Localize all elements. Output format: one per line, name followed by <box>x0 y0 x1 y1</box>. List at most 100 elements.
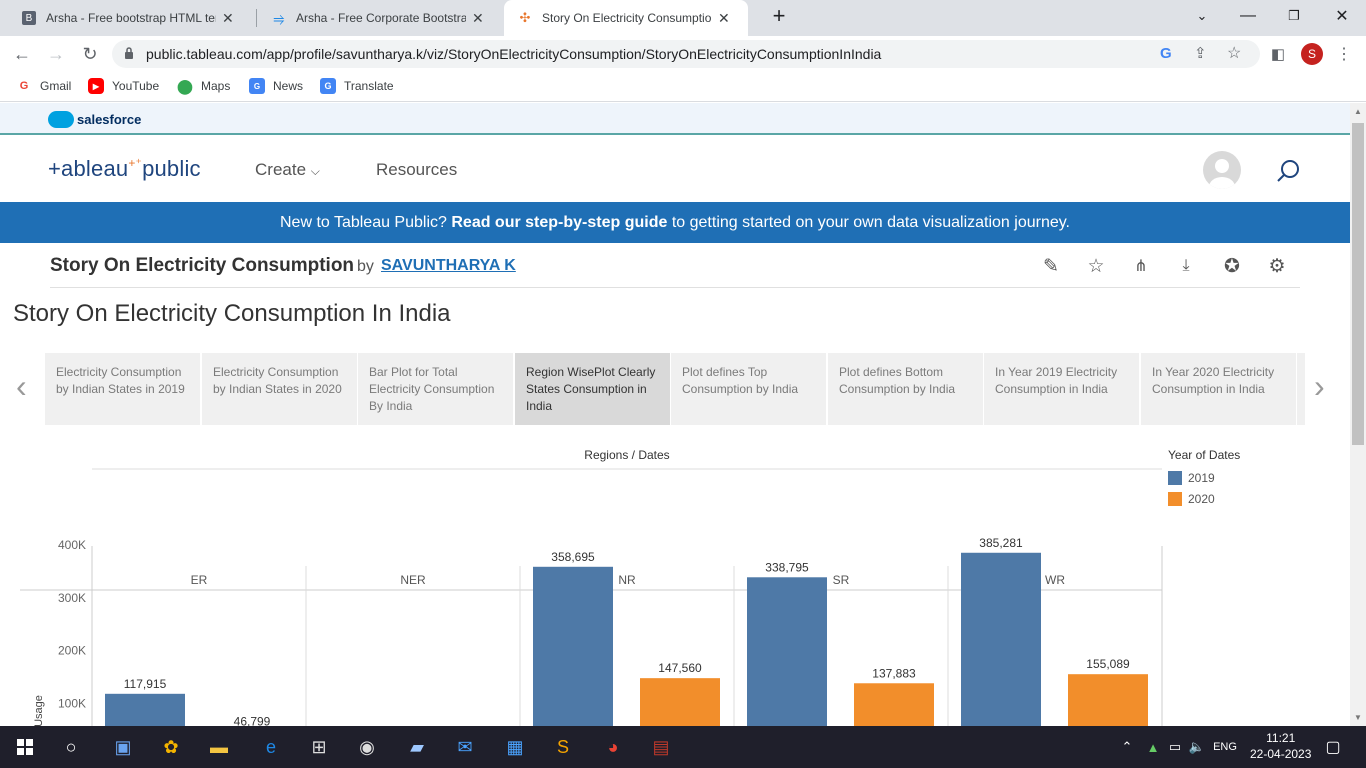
tray-chevron-icon[interactable]: ⌃ <box>1114 734 1140 760</box>
bar-SR-2019 <box>747 577 827 726</box>
forward-button[interactable]: → <box>42 40 70 68</box>
search-icon[interactable] <box>1276 158 1302 184</box>
address-bar[interactable]: public.tableau.com/app/profile/savunthar… <box>112 40 1260 68</box>
calendar-icon[interactable]: ▦ <box>502 734 528 760</box>
close-icon[interactable]: ✕ <box>718 10 730 27</box>
viz-title: Story On Electricity Consumption <box>50 255 355 276</box>
data-label: 338,795 <box>765 560 809 574</box>
data-label: 137,883 <box>872 666 916 680</box>
close-icon[interactable]: ✕ <box>222 10 234 27</box>
bar-NR-2020 <box>640 678 720 726</box>
mail-icon[interactable]: ✉ <box>452 734 478 760</box>
legend-item-2019[interactable]: 2019 <box>1168 467 1318 488</box>
favorite-star-icon[interactable]: ☆ <box>1085 255 1107 277</box>
settings-gear-icon[interactable]: ⚙ <box>1266 255 1288 277</box>
translate-icon: G <box>320 78 336 94</box>
tab-arsha-bootstrap[interactable]: B Arsha - Free bootstrap HTML tem ✕ <box>8 0 254 36</box>
browser-toolbar: ← → ↻ public.tableau.com/app/profile/sav… <box>0 36 1366 72</box>
volume-icon[interactable]: 🔈 <box>1184 734 1210 760</box>
close-icon[interactable]: ✕ <box>472 10 484 27</box>
bookmark-label: Translate <box>344 79 394 93</box>
close-window-button[interactable]: ✕ <box>1320 0 1364 32</box>
nav-resources[interactable]: Resources <box>376 160 457 180</box>
share-icon[interactable]: ⋔ <box>1130 255 1152 277</box>
chevron-left-icon[interactable]: ‹ <box>16 368 27 405</box>
browser-tab-strip: B Arsha - Free bootstrap HTML tem ✕ ⥤ Ar… <box>0 0 1366 36</box>
bookmark-star-icon[interactable]: ☆ <box>1227 43 1241 63</box>
legend-swatch <box>1168 491 1182 506</box>
banner-guide-link[interactable]: Read our step-by-step guide <box>451 214 667 231</box>
page-scrollbar[interactable]: ▲ ▼ <box>1350 103 1366 726</box>
computer-icon[interactable]: ▣ <box>110 734 136 760</box>
bookmark-youtube[interactable]: ▶ YouTube <box>88 78 159 94</box>
bookmark-news[interactable]: G News <box>249 78 303 94</box>
y-axis-title: Usage <box>33 695 45 726</box>
salesforce-bar: salesforce <box>0 103 1350 135</box>
restore-button[interactable]: ❐ <box>1272 0 1316 32</box>
reload-button[interactable]: ↻ <box>76 40 104 68</box>
scroll-thumb[interactable] <box>1352 123 1364 445</box>
author-link[interactable]: SAVUNTHARYA K <box>381 257 516 275</box>
download-icon[interactable]: ⤓ <box>1175 255 1197 277</box>
story-point-6[interactable]: Plot defines Bottom Consumption by India <box>828 353 983 425</box>
tab-search-button[interactable]: ⌄ <box>1180 0 1224 32</box>
story-point-8[interactable]: In Year 2020 Electricity Consumption in … <box>1141 353 1296 425</box>
winrar-icon[interactable]: ▤ <box>648 734 674 760</box>
google-icon: G <box>19 80 29 92</box>
sublime-icon[interactable]: S <box>550 734 576 760</box>
windows-start-icon[interactable] <box>12 734 38 760</box>
data-label: 358,695 <box>551 550 595 564</box>
tab-title: Arsha - Free bootstrap HTML tem <box>46 11 216 25</box>
app-icon[interactable]: ▰ <box>404 734 430 760</box>
new-tab-button[interactable]: + <box>757 0 801 32</box>
edge-icon[interactable]: e <box>258 734 284 760</box>
clock[interactable]: 11:21 22-04-2023 <box>1250 730 1311 762</box>
bookmark-maps[interactable]: ⬤ Maps <box>177 78 230 94</box>
search-circle-icon[interactable]: ○ <box>58 734 84 760</box>
region-bar-chart: Regions / Dates ER NER NR SR WR 400K 300K 200K 10… <box>0 443 1350 726</box>
story-point-1[interactable]: Electricity Consumption by Indian States… <box>45 353 200 425</box>
user-avatar[interactable] <box>1203 151 1241 189</box>
story-point-3[interactable]: Bar Plot for Total Electricity Consumpti… <box>358 353 513 425</box>
story-point-4[interactable]: Region WisePlot Clearly States Consumpti… <box>515 353 670 425</box>
scroll-up-arrow-icon[interactable]: ▲ <box>1354 107 1362 116</box>
award-icon[interactable]: ✪ <box>1221 255 1243 277</box>
story-point-2[interactable]: Electricity Consumption by Indian States… <box>202 353 357 425</box>
chrome-icon[interactable]: ◕ <box>600 734 626 760</box>
news-icon: G <box>249 78 265 94</box>
legend-item-2020[interactable]: 2020 <box>1168 488 1318 509</box>
tab-arsha-corporate[interactable]: ⥤ Arsha - Free Corporate Bootstrap ✕ <box>258 0 502 36</box>
story-point-5[interactable]: Plot defines Top Consumption by India <box>671 353 826 425</box>
legend-label: 2019 <box>1188 470 1215 485</box>
store-icon[interactable]: ⊞ <box>306 734 332 760</box>
file-explorer-icon[interactable]: ▬ <box>206 734 232 760</box>
chevron-right-icon[interactable]: › <box>1314 368 1325 405</box>
bookmark-translate[interactable]: G Translate <box>320 78 394 94</box>
edit-icon[interactable]: ✎ <box>1040 255 1062 277</box>
data-label: 46,799 <box>234 714 271 726</box>
viz-by-label: by <box>357 258 374 275</box>
story-point-7[interactable]: In Year 2019 Electricity Consumption in … <box>984 353 1139 425</box>
tableau-public-logo[interactable]: +ableau+⁺public <box>48 156 201 182</box>
x-axis-title: Regions / Dates <box>584 448 669 462</box>
bar-SR-2020 <box>854 683 934 726</box>
back-button[interactable]: ← <box>8 40 36 68</box>
nav-create[interactable]: Create ⌵ <box>255 160 320 180</box>
scroll-down-arrow-icon[interactable]: ▼ <box>1354 713 1362 722</box>
share-icon[interactable]: ⇪ <box>1194 44 1207 62</box>
media-player-icon[interactable]: ◉ <box>354 734 380 760</box>
minimize-button[interactable]: — <box>1226 0 1270 32</box>
menu-kebab-icon[interactable]: ⋮ <box>1330 40 1358 68</box>
notification-icon[interactable]: ▢ <box>1320 734 1346 760</box>
story-point-9-partial[interactable] <box>1297 353 1305 425</box>
language-indicator[interactable]: ENG <box>1210 734 1240 760</box>
google-translate-icon[interactable]: G <box>1160 45 1172 62</box>
side-panel-icon[interactable]: ◧ <box>1264 40 1292 68</box>
bar-WR-2020 <box>1068 674 1148 726</box>
profile-button[interactable]: S <box>1298 40 1326 68</box>
bookmark-gmail[interactable]: G Gmail <box>16 78 72 94</box>
category-label: SR <box>833 573 850 587</box>
tab-story-electricity[interactable]: ✣ Story On Electricity Consumption ✕ <box>504 0 748 36</box>
banner-text: to getting started on your own data visu… <box>667 214 1070 231</box>
paint-icon[interactable]: ✿ <box>158 734 184 760</box>
